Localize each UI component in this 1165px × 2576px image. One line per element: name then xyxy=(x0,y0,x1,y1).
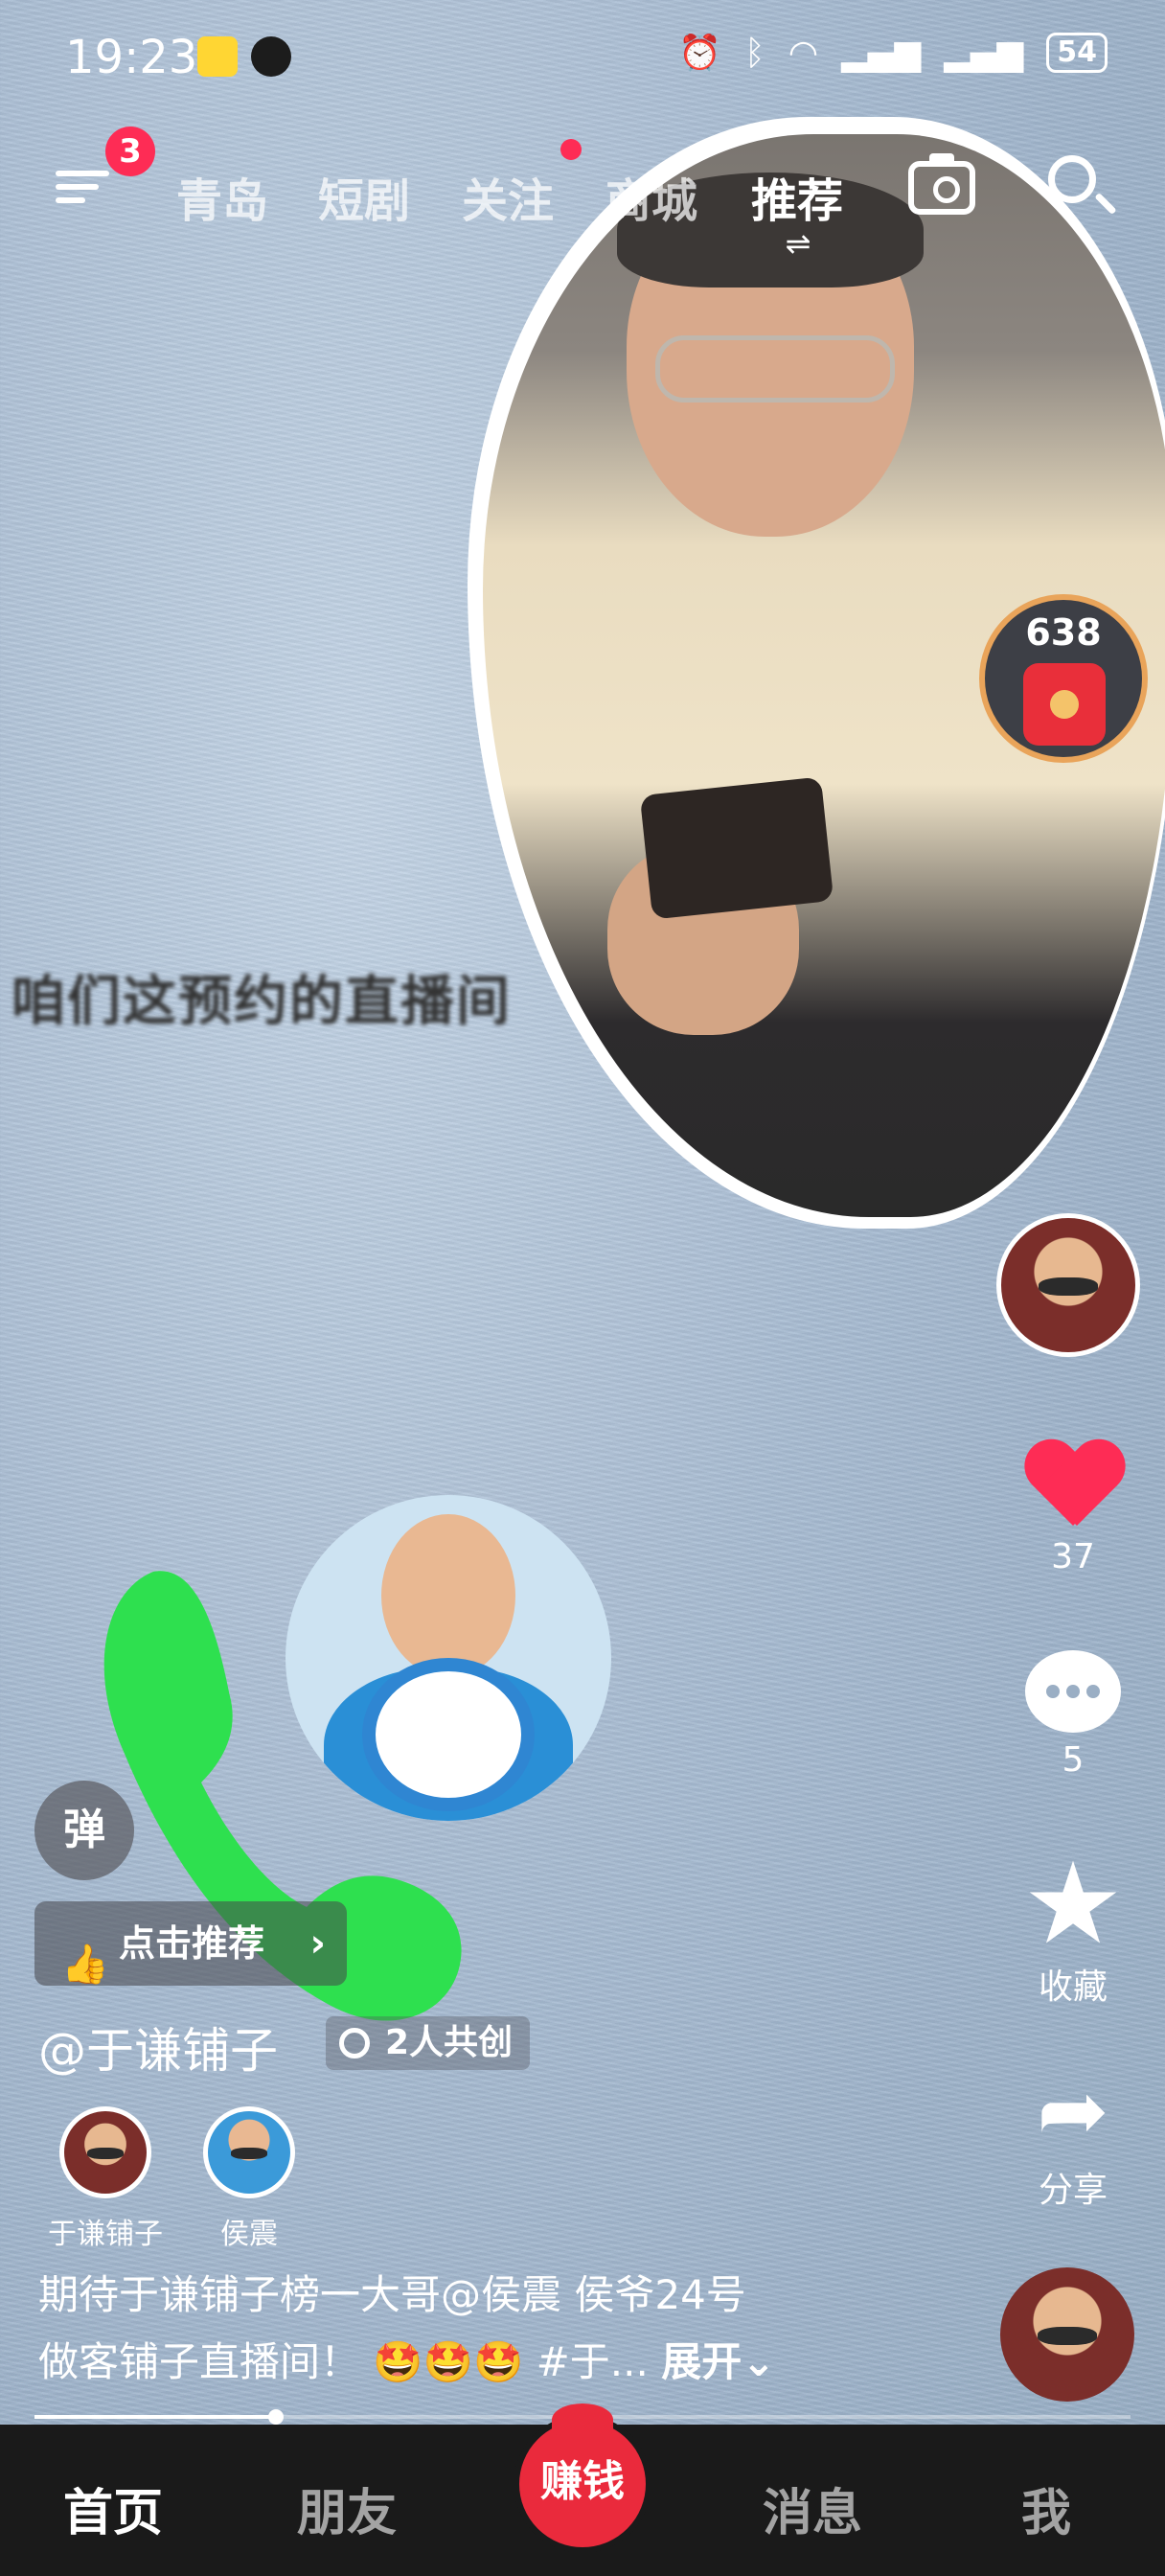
top-nav: 青岛 短剧 关注 商城 推荐 xyxy=(0,144,1165,240)
qq-icon xyxy=(251,36,291,77)
favorite-button[interactable]: ★ 收藏 xyxy=(1006,1837,1140,2009)
person-phone xyxy=(639,776,834,920)
share-label: 分享 xyxy=(1038,2171,1108,2210)
cocreate-badge[interactable]: 2人共创 xyxy=(326,2016,531,2070)
thumbs-up-icon: 👍 xyxy=(61,1943,109,1987)
earn-button[interactable]: 赚钱 xyxy=(514,2404,651,2553)
status-bar: 19:23 ⏰ ᛒ ◠ ▂▄▆ ▂▄▆ 54 xyxy=(0,0,1165,105)
nav-messages[interactable]: 消息 xyxy=(763,2472,862,2544)
progress-fill xyxy=(34,2415,276,2419)
tab-following[interactable]: 关注 xyxy=(462,163,554,230)
recommend-button[interactable]: 👍 点击推荐 › xyxy=(34,1901,347,1987)
app-notification-icon xyxy=(197,36,238,77)
like-count: 37 xyxy=(1051,1537,1095,1576)
expand-button[interactable]: 展开⌄ xyxy=(661,2338,775,2385)
bluetooth-icon: ᛒ xyxy=(744,33,765,73)
tab-short-drama[interactable]: 短剧 xyxy=(318,163,410,230)
following-dot xyxy=(560,139,582,160)
video-caption: 期待于谦铺子榜一大哥@侯震 侯爷24号 做客铺子直播间！ 🤩🤩🤩 #于... 展… xyxy=(38,2262,862,2396)
status-icons: ⏰ ᛒ ◠ ▂▄▆ ▂▄▆ 54 xyxy=(678,33,1108,73)
recommend-label: 点击推荐 xyxy=(119,1922,265,1965)
author-avatar[interactable] xyxy=(996,1213,1140,1357)
danmu-toggle-button[interactable]: 弹 xyxy=(34,1781,134,1880)
signal-icon-2: ▂▄▆ xyxy=(944,33,1024,73)
share-button[interactable]: ➦ 分享 xyxy=(1006,2068,1140,2212)
tab-switch-icon: ⇌ xyxy=(785,225,811,262)
red-packet-count: 638 xyxy=(1025,611,1102,654)
comment-icon xyxy=(1025,1650,1121,1733)
chevron-right-icon: › xyxy=(309,1921,326,1966)
red-packet-icon xyxy=(1023,663,1106,746)
creator-avatar-1[interactable] xyxy=(59,2106,151,2198)
menu-badge: 3 xyxy=(105,126,155,176)
caption-line-2: 做客铺子直播间！ 🤩🤩🤩 #于... xyxy=(38,2338,649,2385)
tab-recommended[interactable]: 推荐 xyxy=(751,163,843,230)
creator-name-2: 侯震 xyxy=(220,2218,278,2251)
battery-indicator: 54 xyxy=(1046,33,1108,73)
doraemon-plush xyxy=(362,1658,535,1811)
guest-sticker xyxy=(286,1495,611,1821)
signal-icon: ▂▄▆ xyxy=(841,33,922,73)
caption-line-1: 期待于谦铺子榜一大哥@侯震 侯爷24号 xyxy=(38,2271,746,2318)
nav-home[interactable]: 首页 xyxy=(63,2472,163,2544)
menu-icon[interactable] xyxy=(56,163,109,213)
wifi-icon: ◠ xyxy=(788,33,819,73)
video-subtitle: 咱们这预约的直播间 xyxy=(11,971,512,1033)
nav-me[interactable]: 我 xyxy=(1021,2472,1071,2544)
author-name[interactable]: @于谦铺子 xyxy=(38,2012,278,2082)
red-packet-widget[interactable]: 638 xyxy=(979,594,1148,763)
share-icon: ➦ xyxy=(1037,2060,1109,2161)
nav-friends[interactable]: 朋友 xyxy=(297,2472,397,2544)
camera-icon[interactable] xyxy=(908,153,975,215)
like-button[interactable]: 37 xyxy=(1006,1441,1140,1576)
tab-qingdao[interactable]: 青岛 xyxy=(176,163,268,230)
creator-avatar-2[interactable] xyxy=(203,2106,295,2198)
progress-knob[interactable] xyxy=(267,2409,284,2425)
comment-count: 5 xyxy=(1062,1740,1085,1780)
heart-icon xyxy=(1023,1441,1123,1530)
search-icon[interactable] xyxy=(1048,155,1096,203)
guest-face xyxy=(381,1514,515,1677)
person-glasses xyxy=(655,335,895,402)
star-icon: ★ xyxy=(1022,1837,1124,1969)
comment-button[interactable]: 5 xyxy=(1006,1650,1140,1780)
status-time: 19:23 xyxy=(65,31,198,84)
tab-mall[interactable]: 商城 xyxy=(605,163,697,230)
alarm-icon: ⏰ xyxy=(678,34,722,73)
music-disc-avatar[interactable] xyxy=(1000,2267,1134,2402)
